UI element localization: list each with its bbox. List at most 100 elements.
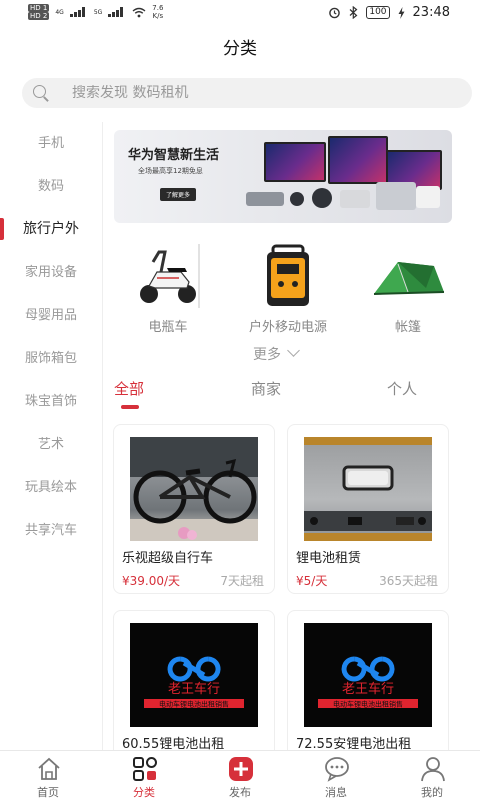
- nav-message[interactable]: 消息: [288, 751, 384, 800]
- box-image: [416, 186, 440, 208]
- profile-icon: [421, 757, 445, 782]
- tab-merchant[interactable]: 商家: [251, 378, 281, 399]
- product-title: 锂电池租赁: [296, 551, 362, 566]
- product-title: 乐视超级自行车: [122, 551, 214, 566]
- nav-label: 首页: [37, 786, 59, 799]
- sidebar-item-home-appliance[interactable]: 家用设备: [0, 251, 102, 294]
- sidebar-item-apparel-bags[interactable]: 服饰箱包: [0, 337, 102, 380]
- signal-icon: [69, 7, 88, 17]
- sim1-label: HD 1: [28, 4, 50, 12]
- charging-icon: [398, 6, 405, 19]
- power-station-icon: [267, 244, 309, 306]
- tent-icon: [373, 262, 445, 295]
- chevron-down-icon: [287, 344, 300, 357]
- product-image: [304, 437, 432, 541]
- publish-icon: [229, 757, 253, 781]
- sidebar-item-mother-baby[interactable]: 母婴用品: [0, 294, 102, 337]
- tab-personal[interactable]: 个人: [387, 378, 417, 399]
- battery-photo: [304, 437, 432, 541]
- search-input[interactable]: [72, 85, 432, 101]
- category-item-tent[interactable]: 帐篷: [348, 240, 468, 335]
- product-card[interactable]: 老王车行 电动车锂电池出租销售 72.55安锂电池出租: [287, 610, 449, 760]
- category-sidebar: 手机 数码 旅行户外 家用设备 母婴用品 服饰箱包 珠宝首饰 艺术 玩具绘本 共…: [0, 122, 103, 750]
- message-icon: [325, 757, 349, 782]
- search-icon: [32, 84, 50, 102]
- sidebar-item-jewelry[interactable]: 珠宝首饰: [0, 380, 102, 423]
- network-gen-2: 5G: [93, 8, 103, 16]
- sim-indicator: HD 1 HD 2: [28, 4, 50, 20]
- category-label: 户外移动电源: [248, 320, 327, 335]
- nav-home[interactable]: 首页: [0, 751, 96, 800]
- category-label: 帐篷: [394, 320, 421, 335]
- status-left: HD 1 HD 2 4G 5G 7.6 K/s: [28, 4, 163, 20]
- clock: 23:48: [412, 5, 450, 20]
- earbuds-image: [290, 192, 304, 206]
- page-title: 分类: [223, 39, 257, 59]
- category-item-power-station[interactable]: 户外移动电源: [228, 240, 348, 335]
- filter-tabs: 全部 商家 个人: [103, 378, 480, 410]
- watch-image: [312, 188, 332, 208]
- monitor-image: [264, 142, 326, 182]
- logo-subtitle: 电动车锂电池出租销售: [333, 700, 403, 709]
- category-grid: 电瓶车 户外移动电源 帐篷: [108, 240, 472, 340]
- promo-banner[interactable]: 华为智慧新生活 全场最高享12期免息 了解更多: [114, 130, 452, 223]
- product-price: ¥39.00/天: [122, 574, 181, 588]
- product-image: [130, 437, 258, 541]
- status-bar: HD 1 HD 2 4G 5G 7.6 K/s 100 23:48: [0, 0, 480, 26]
- product-card[interactable]: 老王车行 电动车锂电池出租销售 60.55锂电池出租: [113, 610, 275, 760]
- more-label: 更多: [253, 347, 281, 363]
- category-item-ebike[interactable]: 电瓶车: [108, 240, 228, 335]
- search-bar[interactable]: [22, 78, 472, 108]
- shop-logo-image: 老王车行 电动车锂电池出租销售: [318, 656, 418, 709]
- nav-profile[interactable]: 我的: [384, 751, 480, 800]
- sidebar-item-shared-car[interactable]: 共享汽车: [0, 509, 102, 552]
- category-label: 电瓶车: [148, 320, 188, 335]
- sim2-label: HD 2: [28, 12, 50, 20]
- sidebar-item-digital[interactable]: 数码: [0, 165, 102, 208]
- product-min-days: 365天起租: [379, 574, 438, 588]
- router-image: [340, 190, 370, 208]
- home-icon: [38, 757, 60, 780]
- sidebar-item-travel-outdoor[interactable]: 旅行户外: [0, 208, 102, 251]
- nav-category[interactable]: 分类: [96, 751, 192, 800]
- alarm-icon: [329, 7, 341, 19]
- sidebar-item-phone[interactable]: 手机: [0, 122, 102, 165]
- device-image: [246, 192, 284, 206]
- product-card[interactable]: 乐视超级自行车 ¥39.00/天 7天起租: [113, 424, 275, 594]
- product-min-days: 7天起租: [220, 574, 264, 588]
- shop-logo-image: 老王车行 电动车锂电池出租销售: [144, 656, 244, 709]
- status-right: 100 23:48: [328, 5, 450, 20]
- sidebar-item-art[interactable]: 艺术: [0, 423, 102, 466]
- product-card[interactable]: 锂电池租赁 ¥5/天 365天起租: [287, 424, 449, 594]
- logo-text: 老王车行: [342, 681, 394, 697]
- monitor-image-2: [328, 136, 388, 184]
- nav-label: 发布: [229, 786, 251, 799]
- bluetooth-icon: [349, 6, 358, 19]
- nav-publish[interactable]: 发布: [192, 751, 288, 800]
- scooter-icon: [140, 250, 196, 303]
- network-gen-1: 4G: [55, 8, 64, 16]
- more-categories-button[interactable]: 更多: [253, 344, 300, 364]
- divider: [198, 244, 200, 308]
- speed-unit: K/s: [152, 12, 164, 20]
- sidebar-item-toys-books[interactable]: 玩具绘本: [0, 466, 102, 509]
- wifi-icon: [132, 7, 146, 17]
- printer-image: [376, 182, 416, 210]
- logo-subtitle: 电动车锂电池出租销售: [159, 700, 229, 709]
- nav-label: 分类: [133, 786, 155, 799]
- bicycle-photo: [130, 437, 258, 541]
- product-image: 老王车行 电动车锂电池出租销售: [304, 623, 432, 727]
- network-speed: 7.6 K/s: [152, 4, 163, 20]
- speed-value: 7.6: [152, 4, 164, 12]
- banner-button[interactable]: 了解更多: [160, 188, 197, 201]
- logo-text: 老王车行: [168, 681, 220, 697]
- category-icon: [133, 757, 157, 781]
- bottom-nav: 首页 分类 发布 消息 我的: [0, 750, 480, 800]
- nav-label: 消息: [325, 786, 347, 799]
- banner-title: 华为智慧新生活: [128, 148, 220, 163]
- nav-label: 我的: [421, 786, 443, 799]
- banner-subtitle: 全场最高享12期免息: [138, 167, 203, 175]
- product-image: 老王车行 电动车锂电池出租销售: [130, 623, 258, 727]
- signal-icon-2: [108, 7, 126, 17]
- tab-all[interactable]: 全部: [114, 378, 144, 399]
